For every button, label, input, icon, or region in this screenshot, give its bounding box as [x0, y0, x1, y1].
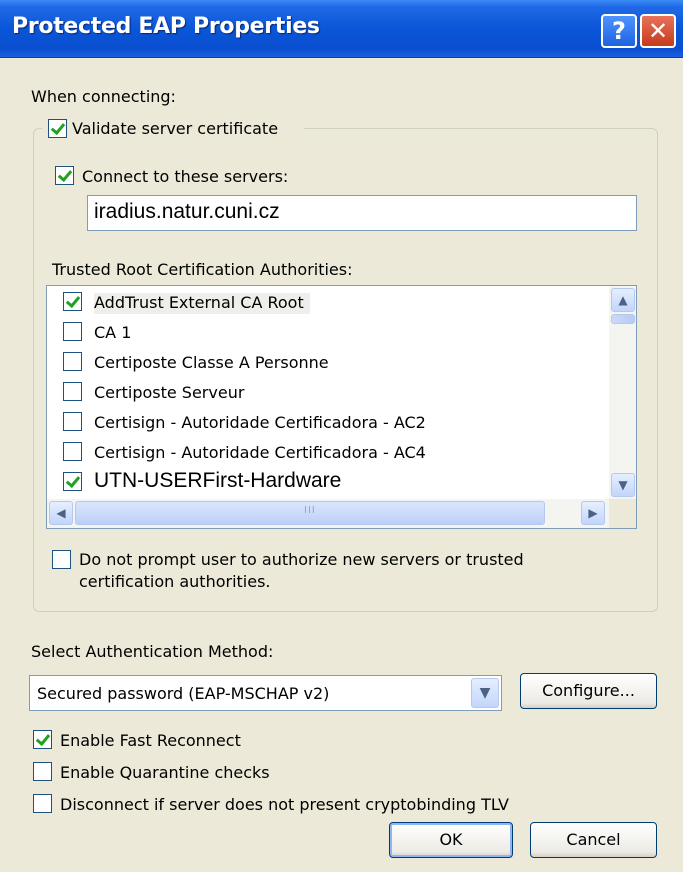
fast-reconnect-label: Enable Fast Reconnect — [60, 731, 241, 750]
list-item-label: UTN-USERFirst-Hardware — [94, 469, 342, 492]
auth-method-select[interactable]: Secured password (EAP-MSCHAP v2) ▼ — [29, 675, 502, 711]
eap-properties-dialog: Protected EAP Properties ? ✕ When connec… — [0, 0, 683, 872]
scroll-right-button[interactable]: ▶ — [581, 501, 605, 525]
no-prompt-label-line1: Do not prompt user to authorize new serv… — [79, 550, 524, 569]
list-item[interactable]: Certiposte Classe A Personne — [47, 348, 607, 378]
quarantine-label: Enable Quarantine checks — [60, 763, 270, 782]
list-item-checkbox[interactable] — [63, 382, 82, 401]
list-item-checkbox[interactable] — [63, 322, 82, 341]
horizontal-scroll-thumb[interactable]: III — [75, 501, 545, 525]
auth-method-label: Select Authentication Method: — [31, 642, 274, 661]
scrollbar-corner — [609, 499, 636, 528]
auth-method-value: Secured password (EAP-MSCHAP v2) — [37, 684, 330, 703]
list-item-checkbox[interactable] — [63, 352, 82, 371]
vertical-scrollbar[interactable]: ▲ ▼ — [609, 286, 636, 499]
no-prompt-checkbox[interactable] — [52, 550, 71, 569]
validate-cert-row[interactable]: Validate server certificate — [42, 117, 304, 141]
list-item-label: Certiposte Classe A Personne — [94, 353, 329, 372]
title-bar[interactable]: Protected EAP Properties ? ✕ — [0, 0, 683, 58]
validate-cert-checkbox[interactable] — [48, 119, 67, 138]
chevron-down-icon[interactable]: ▼ — [471, 678, 499, 708]
cryptobinding-label: Disconnect if server does not present cr… — [60, 795, 509, 814]
quarantine-checkbox[interactable] — [33, 762, 52, 781]
horizontal-scrollbar[interactable]: ◀ III ▶ — [47, 499, 609, 528]
no-prompt-label-line2: certification authorities. — [79, 572, 271, 591]
list-item-checkbox[interactable] — [63, 442, 82, 461]
configure-button[interactable]: Configure... — [520, 673, 657, 709]
close-button[interactable]: ✕ — [640, 14, 676, 48]
list-item-label: Certisign - Autoridade Certificadora - A… — [94, 413, 426, 432]
scroll-down-button[interactable]: ▼ — [611, 473, 635, 497]
scroll-left-button[interactable]: ◀ — [49, 501, 73, 525]
list-item[interactable]: CA 1 — [47, 318, 607, 348]
cryptobinding-checkbox[interactable] — [33, 794, 52, 813]
list-item[interactable]: Certisign - Autoridade Certificadora - A… — [47, 408, 607, 438]
list-item-label: AddTrust External CA Root — [94, 293, 310, 314]
connect-servers-checkbox[interactable] — [55, 166, 74, 185]
help-button[interactable]: ? — [601, 14, 637, 48]
ok-button[interactable]: OK — [389, 822, 513, 858]
list-item-checkbox[interactable] — [63, 472, 82, 491]
list-item-label: Certiposte Serveur — [94, 383, 245, 402]
list-item[interactable]: Certiposte Serveur — [47, 378, 607, 408]
scroll-grip: III — [304, 505, 316, 516]
server-names-input[interactable]: iradius.natur.cuni.cz — [87, 195, 637, 231]
window-title: Protected EAP Properties — [12, 14, 320, 39]
list-item-label: CA 1 — [94, 323, 132, 342]
trusted-root-label: Trusted Root Certification Authorities: — [52, 260, 353, 279]
trusted-ca-list[interactable]: AddTrust External CA Root CA 1 Certipost… — [46, 285, 637, 529]
list-item[interactable]: UTN-USERFirst-Hardware — [47, 468, 607, 498]
list-item-checkbox[interactable] — [63, 292, 82, 311]
list-item[interactable]: AddTrust External CA Root — [47, 288, 607, 318]
validate-cert-label: Validate server certificate — [72, 119, 279, 138]
fast-reconnect-checkbox[interactable] — [33, 730, 52, 749]
scroll-up-button[interactable]: ▲ — [611, 288, 635, 312]
connect-servers-label: Connect to these servers: — [82, 167, 289, 186]
vertical-scroll-thumb[interactable] — [611, 314, 635, 324]
list-item[interactable]: Certisign - Autoridade Certificadora - A… — [47, 438, 607, 468]
cancel-button[interactable]: Cancel — [530, 822, 657, 858]
list-item-label: Certisign - Autoridade Certificadora - A… — [94, 443, 426, 462]
when-connecting-label: When connecting: — [31, 87, 176, 106]
list-item-checkbox[interactable] — [63, 412, 82, 431]
